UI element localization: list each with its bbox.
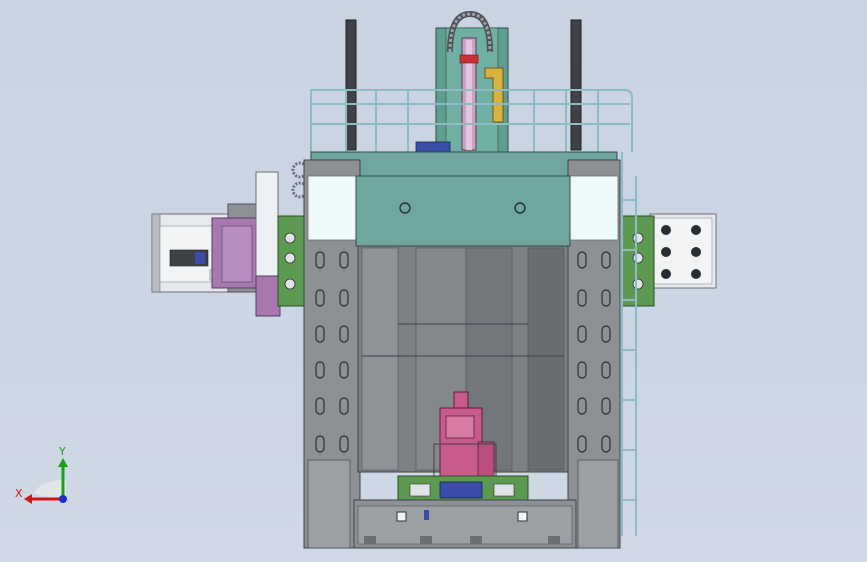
access-ladder (621, 152, 637, 536)
worktable (353, 475, 577, 549)
vertical-ram-column (415, 10, 509, 153)
z-axis-dot (59, 495, 67, 503)
triad-x-label: X (15, 487, 23, 500)
crossbeam (355, 175, 571, 247)
left-column (303, 159, 361, 549)
axis-triad: Y X (15, 445, 68, 504)
left-side-head (151, 161, 311, 317)
right-column (567, 159, 621, 549)
triad-y-label: Y (58, 445, 66, 458)
cad-viewport[interactable]: Y X (0, 0, 867, 562)
